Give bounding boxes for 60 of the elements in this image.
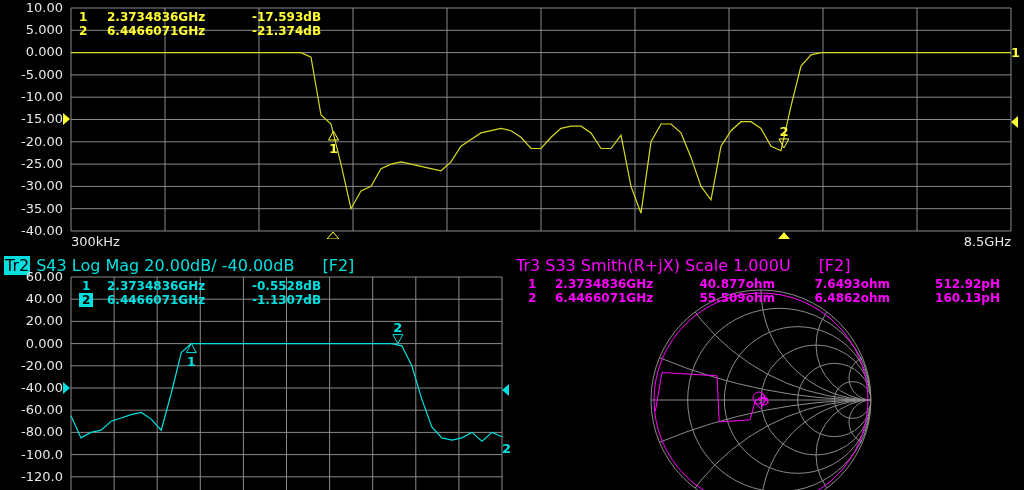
axis-label: 10.00 [25,0,63,17]
marker-number[interactable]: 1 [79,279,94,293]
axis-label: -30.00 [21,177,63,196]
function-key-label: [F2] [818,255,851,275]
marker-icon [392,334,404,345]
marker-frequency: 2.3734836GHz [107,10,207,24]
reference-arrow-icon [1011,116,1018,128]
marker-reactance: 6.4862ohm [813,291,890,305]
marker-frequency: 6.4466071GHz [107,24,207,38]
trace-end-label: 1 [1011,46,1021,60]
axis-label: -40.00 [21,378,63,397]
marker-label: 2 [393,319,403,335]
marker-label: 1 [186,353,196,369]
marker-icon [778,138,790,149]
marker-value: -21.374dB [252,24,322,38]
marker-position-icon [327,232,340,239]
axis-label: 0.000 [25,334,63,353]
axis-label: -5.000 [21,65,63,84]
axis-label: 20.00 [25,312,63,331]
axis-label: -120.0 [21,467,63,486]
trace-title: Tr3 S33 Smith(R+jX) Scale 1.000U [516,255,791,275]
stop-frequency: 8.5GHz [963,234,1011,251]
reference-arrow-icon [63,113,70,125]
marker-number: 2 [528,291,538,305]
reference-arrow-icon [502,384,509,396]
axis-label: -25.00 [21,154,63,173]
axis-label: -60.00 [21,401,63,420]
axis-label: -80.00 [21,423,63,442]
start-frequency: 300kHz [71,234,120,251]
reference-arrow-icon [63,382,70,394]
axis-label: -10.00 [21,88,63,107]
marker-number[interactable]: 2 [79,293,94,307]
marker-frequency: 2.3734836GHz [107,279,207,293]
trace-end-label: 2 [502,442,512,456]
marker-frequency: 2.3734836GHz [555,277,655,291]
marker-resistance: 40.877ohm [698,277,775,291]
marker-position-icon [777,232,790,239]
axis-label: -20.00 [21,132,63,151]
axis-label: 0.000 [25,43,63,62]
marker-number: 1 [528,277,538,291]
axis-label: -15.00 [21,110,63,129]
marker-icon [328,130,339,141]
axis-label: -40.00 [21,221,63,240]
axis-label: 40.00 [25,290,63,309]
marker-reactance: 7.6493ohm [813,277,890,291]
marker-inductance: 512.92pH [934,277,1000,291]
marker-icon [185,343,197,354]
marker-frequency: 6.4466071GHz [107,293,207,307]
axis-label: 5.000 [25,21,63,40]
marker-label: 1 [328,141,338,157]
marker-number: 1 [79,10,89,24]
marker-inductance: 160.13pH [934,291,1000,305]
function-key-label: [F2] [322,255,355,275]
marker-label: 2 [779,123,789,139]
axis-label: -20.00 [21,356,63,375]
marker-frequency: 6.4466071GHz [555,291,655,305]
marker-value: -17.593dB [252,10,322,24]
marker-number: 2 [79,24,89,38]
axis-label: -100.0 [21,445,63,464]
axis-label: -35.00 [21,199,63,218]
